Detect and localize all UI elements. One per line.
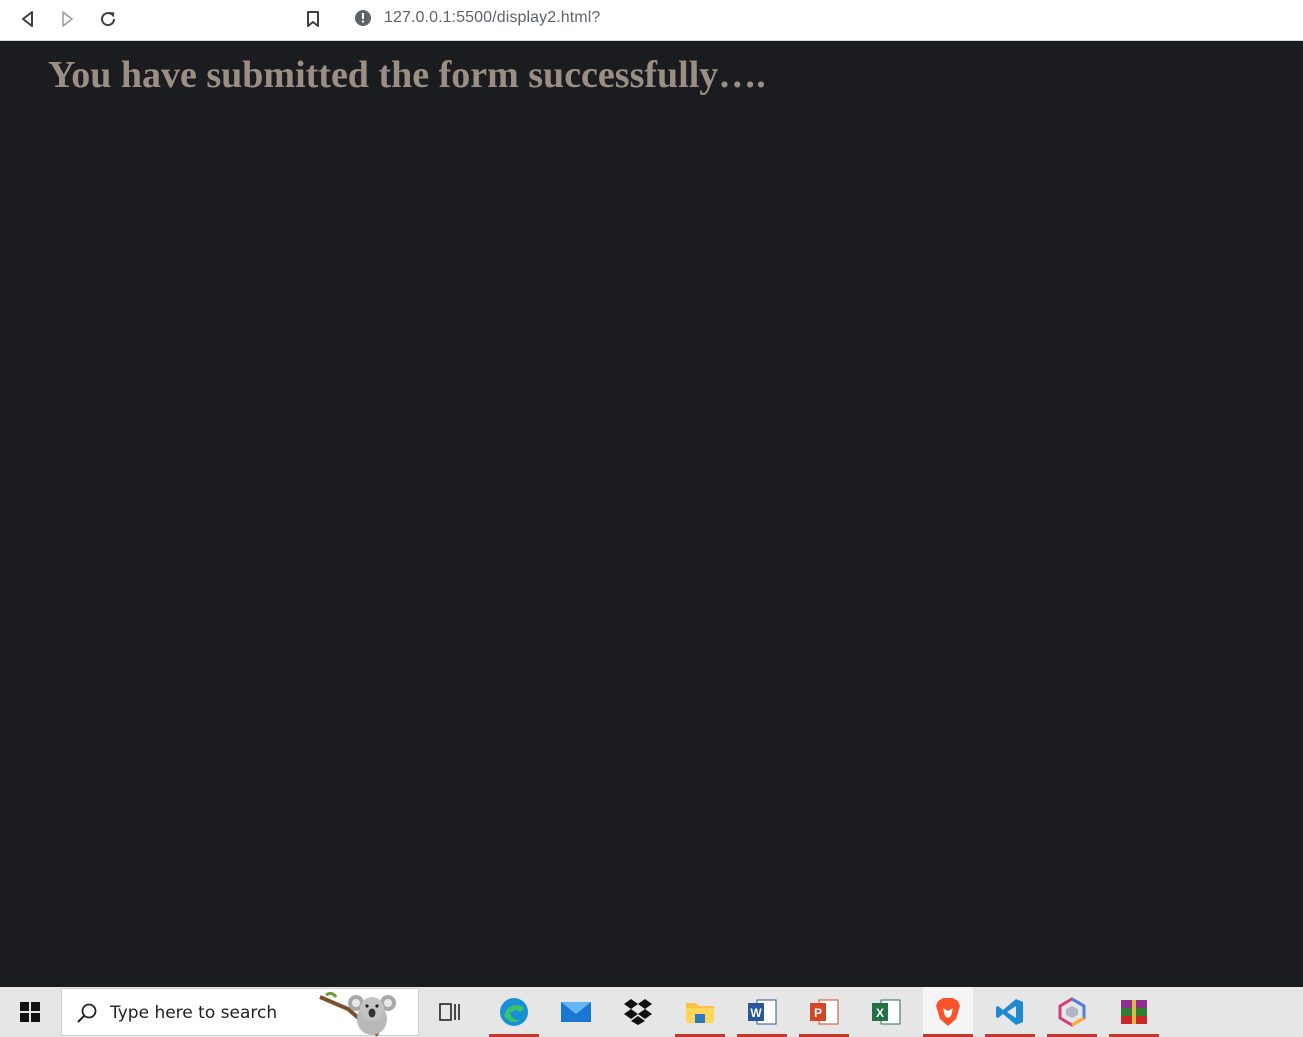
task-view-icon [439,1003,460,1021]
vscode-icon [996,999,1023,1025]
browser-toolbar: 127.0.0.1:5500/display2.html? [0,0,1303,41]
taskbar-app-brave[interactable] [923,987,973,1037]
forward-button[interactable] [54,6,80,32]
excel-icon: X [872,999,901,1025]
dropbox-icon [624,999,652,1025]
page-content: You have submitted the form successfully… [0,41,1303,987]
taskbar-app-cube[interactable] [1047,987,1097,1037]
search-placeholder: Type here to search [110,1003,278,1023]
address-bar[interactable]: 127.0.0.1:5500/display2.html? [342,1,1303,35]
taskbar-app-excel[interactable]: X [861,987,911,1037]
windows-logo-icon [20,1002,40,1022]
task-view-button[interactable] [425,987,475,1037]
taskbar-app-file-explorer[interactable] [675,987,725,1037]
taskbar-search-box[interactable]: Type here to search [61,988,419,1037]
reload-button[interactable] [95,6,121,32]
back-arrow-icon [22,11,33,27]
edge-icon [500,998,528,1026]
forward-arrow-icon [62,11,73,27]
taskbar-app-word[interactable]: W [737,987,787,1037]
taskbar-app-winrar[interactable] [1109,987,1159,1037]
site-info-icon[interactable] [354,9,372,27]
taskbar-app-dropbox[interactable] [613,987,663,1037]
app-cube-icon [1058,997,1086,1027]
taskbar: Type here to search W P X [0,987,1303,1037]
taskbar-app-edge[interactable] [489,987,539,1037]
search-icon [77,1003,97,1023]
powerpoint-icon: P [810,999,839,1025]
winrar-icon [1121,1000,1147,1024]
url-text[interactable]: 127.0.0.1:5500/display2.html? [384,9,600,27]
koala-illustration-icon [319,991,396,1037]
svg-text:P: P [814,1006,822,1020]
bookmark-icon [307,11,319,27]
taskbar-app-vscode[interactable] [985,987,1035,1037]
taskbar-app-powerpoint[interactable]: P [799,987,849,1037]
start-button[interactable] [0,987,60,1037]
mail-icon [561,1002,591,1022]
word-icon: W [748,999,777,1025]
brave-icon [936,998,960,1026]
file-explorer-icon [686,1003,714,1023]
back-button[interactable] [15,6,41,32]
svg-text:W: W [750,1006,762,1020]
svg-text:X: X [876,1006,884,1020]
reload-icon [101,12,116,27]
bookmark-button[interactable] [300,6,326,32]
taskbar-app-mail[interactable] [551,987,601,1037]
success-message: You have submitted the form successfully… [48,54,766,96]
